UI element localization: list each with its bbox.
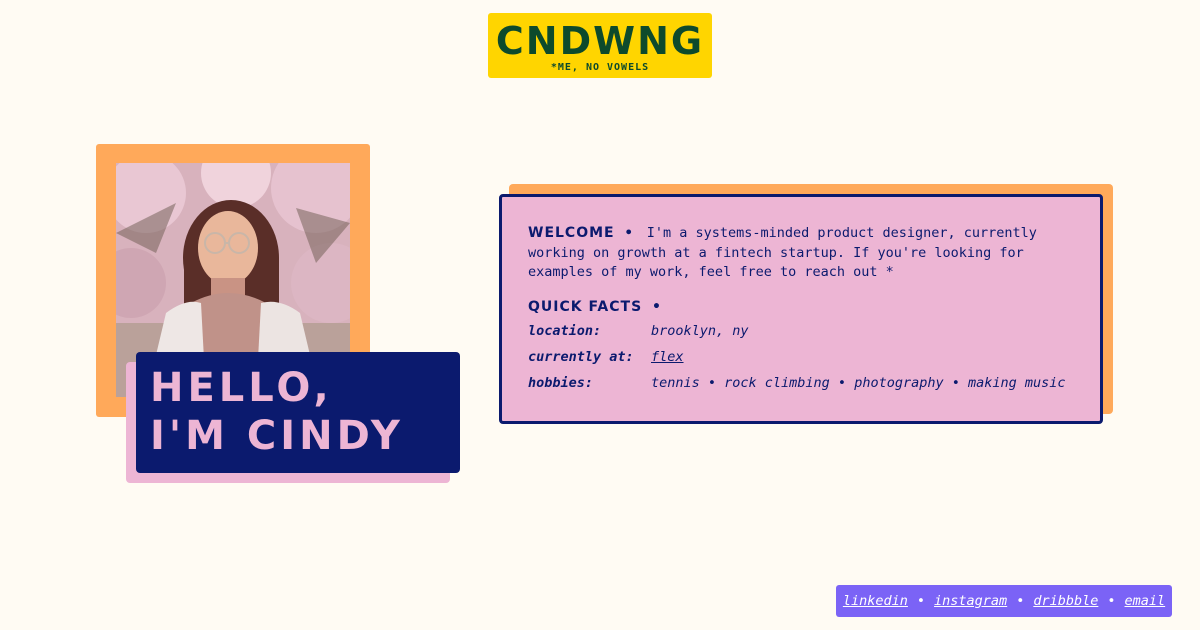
email-link[interactable]: email xyxy=(1125,593,1166,609)
link-separator: • xyxy=(1016,593,1025,609)
intro-paragraph: WELCOME • I'm a systems-minded product des… xyxy=(528,224,1074,283)
welcome-bullet: • xyxy=(624,225,633,241)
fact-value: tennis • rock climbing • photography • m… xyxy=(651,374,1066,391)
logo-subtitle: *ME, NO VOWELS xyxy=(550,62,650,73)
fact-label: location: xyxy=(528,322,602,339)
hero-line-1: HELLO, xyxy=(150,365,333,411)
fact-row-location: location: brooklyn, ny xyxy=(528,322,1074,341)
about-card: WELCOME • I'm a systems-minded product des… xyxy=(499,194,1103,424)
fact-label: currently at: xyxy=(528,348,634,365)
fact-label: hobbies: xyxy=(528,374,594,391)
fact-row-hobbies: hobbies: tennis • rock climbing • photog… xyxy=(528,374,1074,393)
dribbble-link[interactable]: dribbble xyxy=(1033,593,1098,609)
fact-value: brooklyn, ny xyxy=(651,322,749,339)
quick-facts-heading: QUICK FACTS xyxy=(528,298,643,315)
logo-title: CNDWNG xyxy=(495,19,705,63)
linkedin-link[interactable]: linkedin xyxy=(843,593,908,609)
hero-greeting: HELLO, I'M CINDY xyxy=(136,352,460,473)
site-logo[interactable]: CNDWNG *ME, NO VOWELS xyxy=(488,13,712,78)
social-links-bar: linkedin • instagram • dribbble • email xyxy=(836,585,1172,617)
company-link[interactable]: flex xyxy=(651,348,684,367)
quick-facts-heading-row: QUICK FACTS • xyxy=(528,299,1074,315)
welcome-heading: WELCOME xyxy=(528,225,615,241)
facts-bullet: • xyxy=(652,298,661,315)
instagram-link[interactable]: instagram xyxy=(934,593,1007,609)
fact-row-currently-at: currently at: flex xyxy=(528,348,1074,367)
hero-line-2: I'M CINDY xyxy=(150,413,404,459)
link-separator: • xyxy=(916,593,926,609)
link-separator: • xyxy=(1107,593,1116,609)
